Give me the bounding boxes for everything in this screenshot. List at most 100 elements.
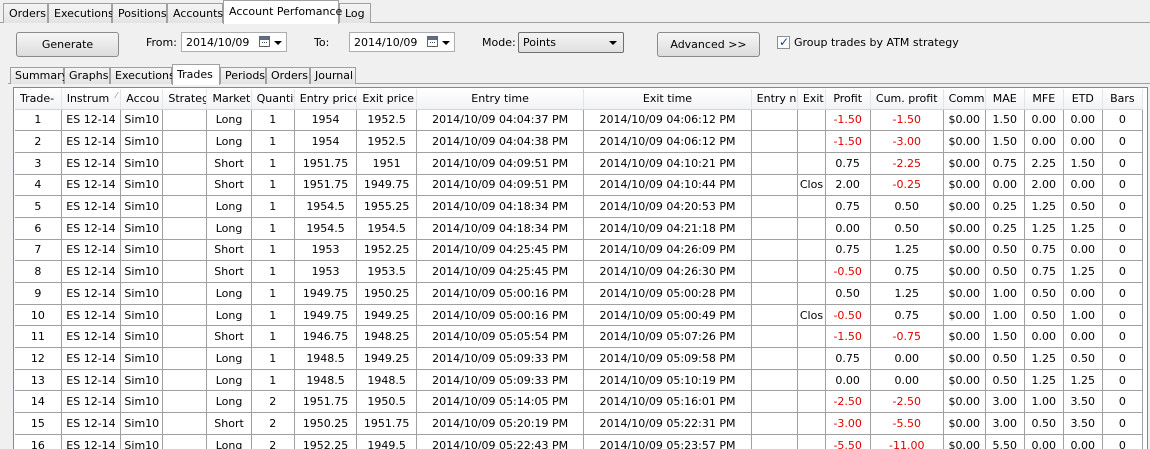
tab-account-performance[interactable]: Account Perfomance bbox=[223, 0, 342, 24]
advanced-button[interactable]: Advanced >> bbox=[657, 32, 760, 57]
cell-profit: -3.00 bbox=[825, 412, 871, 435]
col-header-quantity[interactable]: Quantit bbox=[251, 89, 295, 110]
table-row[interactable]: 11 ES 12-14 Sim10 Short 1 1946.75 1948.25 2014/… bbox=[15, 325, 1144, 349]
subtab-journal[interactable]: Journal bbox=[310, 67, 356, 84]
cell-mfe: 1.00 bbox=[1024, 390, 1064, 414]
cell-strategy bbox=[162, 217, 208, 240]
col-header-trade[interactable]: Trade- bbox=[15, 89, 62, 110]
cell-cum-profit: -0.25 bbox=[870, 174, 944, 197]
from-date-picker[interactable]: 2014/10/09 bbox=[181, 32, 287, 52]
cell-commission: $0.00 bbox=[943, 109, 986, 132]
cell-mae: 1.50 bbox=[985, 325, 1025, 349]
table-row[interactable]: 10 ES 12-14 Sim10 Long 1 1949.75 1949.25 2014/1… bbox=[15, 304, 1144, 327]
top-tab-strip: Orders Executions Positions Accounts Acc… bbox=[0, 0, 1150, 24]
col-header-entry-price[interactable]: Entry price bbox=[294, 89, 358, 110]
generate-button[interactable]: Generate bbox=[16, 32, 119, 57]
cell-quantity: 2 bbox=[251, 412, 295, 435]
group-by-atm-label[interactable]: Group trades by ATM strategy bbox=[794, 36, 959, 49]
table-row[interactable]: 13 ES 12-14 Sim10 Long 1 1948.5 1948.5 2014/10/… bbox=[15, 369, 1144, 392]
col-header-mae[interactable]: MAE bbox=[985, 89, 1025, 110]
cell-commission: $0.00 bbox=[943, 260, 986, 283]
col-header-entry-name[interactable]: Entry n bbox=[751, 89, 798, 110]
cell-cum-profit: -5.50 bbox=[870, 412, 944, 435]
table-row[interactable]: 16 ES 12-14 Sim10 Long 2 1952.25 1949.5 2014/10… bbox=[15, 434, 1144, 449]
table-row[interactable]: 7 ES 12-14 Sim10 Short 1 1953 1952.25 2014/10/0… bbox=[15, 239, 1144, 262]
cell-entry-name bbox=[751, 174, 798, 197]
cell-exit-time: 2014/10/09 04:20:53 PM bbox=[583, 195, 752, 218]
cell-exit-price: 1951 bbox=[356, 152, 417, 175]
col-header-profit[interactable]: Profit bbox=[825, 89, 871, 110]
table-row[interactable]: 8 ES 12-14 Sim10 Short 1 1953 1953.5 2014/10/09… bbox=[15, 260, 1144, 283]
col-header-instrument[interactable]: Instrum ⁄ bbox=[61, 89, 122, 110]
cell-exit-price: 1950.25 bbox=[356, 282, 417, 305]
cell-account: Sim10 bbox=[120, 130, 164, 153]
trades-grid: Trade- Instrum ⁄ Accou Strateg Market Qua… bbox=[13, 87, 1148, 449]
col-header-strategy[interactable]: Strateg bbox=[162, 89, 208, 110]
col-header-entry-time[interactable]: Entry time bbox=[416, 89, 585, 110]
col-header-exit-time[interactable]: Exit time bbox=[583, 89, 752, 110]
cell-etd: 1.25 bbox=[1063, 217, 1103, 240]
cell-entry-price: 1953 bbox=[294, 260, 358, 283]
mode-label: Mode: bbox=[482, 36, 516, 49]
table-row[interactable]: 3 ES 12-14 Sim10 Short 1 1951.75 1951 2014/10/0… bbox=[15, 152, 1144, 175]
to-date-picker[interactable]: 2014/10/09 bbox=[349, 32, 455, 52]
tab-positions[interactable]: Positions bbox=[112, 3, 167, 23]
cell-instrument: ES 12-14 bbox=[61, 390, 122, 414]
cell-entry-name bbox=[751, 217, 798, 240]
cell-trade-number: 6 bbox=[15, 217, 62, 240]
performance-toolbar: Generate From: 2014/10/09 To: 2014/10/09… bbox=[0, 24, 1150, 64]
col-header-account[interactable]: Accou bbox=[120, 89, 164, 110]
calendar-icon[interactable] bbox=[427, 36, 438, 47]
cell-entry-name bbox=[751, 369, 798, 392]
chevron-down-icon[interactable] bbox=[442, 41, 450, 45]
cell-etd: 0.00 bbox=[1063, 174, 1103, 197]
subtab-executions[interactable]: Executions bbox=[110, 67, 175, 84]
subtab-orders[interactable]: Orders bbox=[266, 67, 310, 84]
cell-instrument: ES 12-14 bbox=[61, 109, 122, 132]
cell-cum-profit: 0.00 bbox=[870, 369, 944, 392]
cell-exit-time: 2014/10/09 05:23:57 PM bbox=[583, 434, 752, 449]
subtab-trades[interactable]: Trades bbox=[172, 64, 220, 85]
trades-table-body: 1 ES 12-14 Sim10 Long 1 1954 1952.5 2014/10/09 … bbox=[15, 109, 1144, 449]
tab-accounts[interactable]: Accounts bbox=[167, 3, 223, 23]
table-row[interactable]: 2 ES 12-14 Sim10 Long 1 1954 1952.5 2014/10/09 … bbox=[15, 130, 1144, 153]
col-header-commission[interactable]: Commi bbox=[943, 89, 986, 110]
col-header-cum-profit[interactable]: Cum. profit bbox=[870, 89, 944, 110]
calendar-icon[interactable] bbox=[259, 36, 270, 47]
subtab-graphs[interactable]: Graphs bbox=[64, 67, 110, 84]
cell-quantity: 1 bbox=[251, 152, 295, 175]
table-row[interactable]: 4 ES 12-14 Sim10 Short 1 1951.75 1949.75 2014/1… bbox=[15, 174, 1144, 197]
col-header-exit-name[interactable]: Exit bbox=[797, 89, 826, 110]
col-header-mfe[interactable]: MFE bbox=[1024, 89, 1064, 110]
table-row[interactable]: 14 ES 12-14 Sim10 Long 2 1951.75 1950.5 2014/10… bbox=[15, 390, 1144, 414]
chevron-down-icon[interactable] bbox=[274, 41, 282, 45]
cell-entry-name bbox=[751, 239, 798, 262]
subtab-periods[interactable]: Periods bbox=[220, 67, 266, 84]
tab-orders[interactable]: Orders bbox=[3, 3, 48, 23]
mode-select[interactable]: Points bbox=[518, 32, 624, 53]
table-row[interactable]: 5 ES 12-14 Sim10 Long 1 1954.5 1955.25 2014/10/… bbox=[15, 195, 1144, 218]
col-header-exit-price[interactable]: Exit price bbox=[356, 89, 417, 110]
cell-strategy bbox=[162, 195, 208, 218]
table-row[interactable]: 12 ES 12-14 Sim10 Long 1 1948.5 1949.25 2014/10… bbox=[15, 347, 1144, 370]
chevron-down-icon[interactable] bbox=[609, 41, 617, 45]
cell-etd: 0.00 bbox=[1063, 434, 1103, 449]
cell-exit-name bbox=[797, 347, 826, 370]
tab-log[interactable]: Log bbox=[339, 3, 371, 23]
table-row[interactable]: 9 ES 12-14 Sim10 Long 1 1949.75 1950.25 2014/10… bbox=[15, 282, 1144, 305]
group-by-atm-checkbox[interactable]: ✓ bbox=[777, 35, 790, 49]
cell-exit-time: 2014/10/09 04:26:30 PM bbox=[583, 260, 752, 283]
col-header-market[interactable]: Market bbox=[206, 89, 252, 110]
table-row[interactable]: 6 ES 12-14 Sim10 Long 1 1954.5 1954.5 2014/10/0… bbox=[15, 217, 1144, 240]
cell-bars: 0 bbox=[1102, 195, 1144, 218]
table-row[interactable]: 15 ES 12-14 Sim10 Short 2 1950.25 1951.75 2014/… bbox=[15, 412, 1144, 435]
tab-executions[interactable]: Executions bbox=[48, 3, 114, 23]
subtab-summary[interactable]: Summary bbox=[10, 67, 68, 84]
table-row[interactable]: 1 ES 12-14 Sim10 Long 1 1954 1952.5 2014/10/09 … bbox=[15, 109, 1144, 132]
cell-market-position: Long bbox=[206, 347, 252, 370]
cell-entry-price: 1954 bbox=[294, 109, 358, 132]
cell-etd: 3.50 bbox=[1063, 390, 1103, 414]
cell-strategy bbox=[162, 304, 208, 327]
col-header-bars[interactable]: Bars bbox=[1102, 89, 1144, 110]
col-header-etd[interactable]: ETD bbox=[1063, 89, 1103, 110]
